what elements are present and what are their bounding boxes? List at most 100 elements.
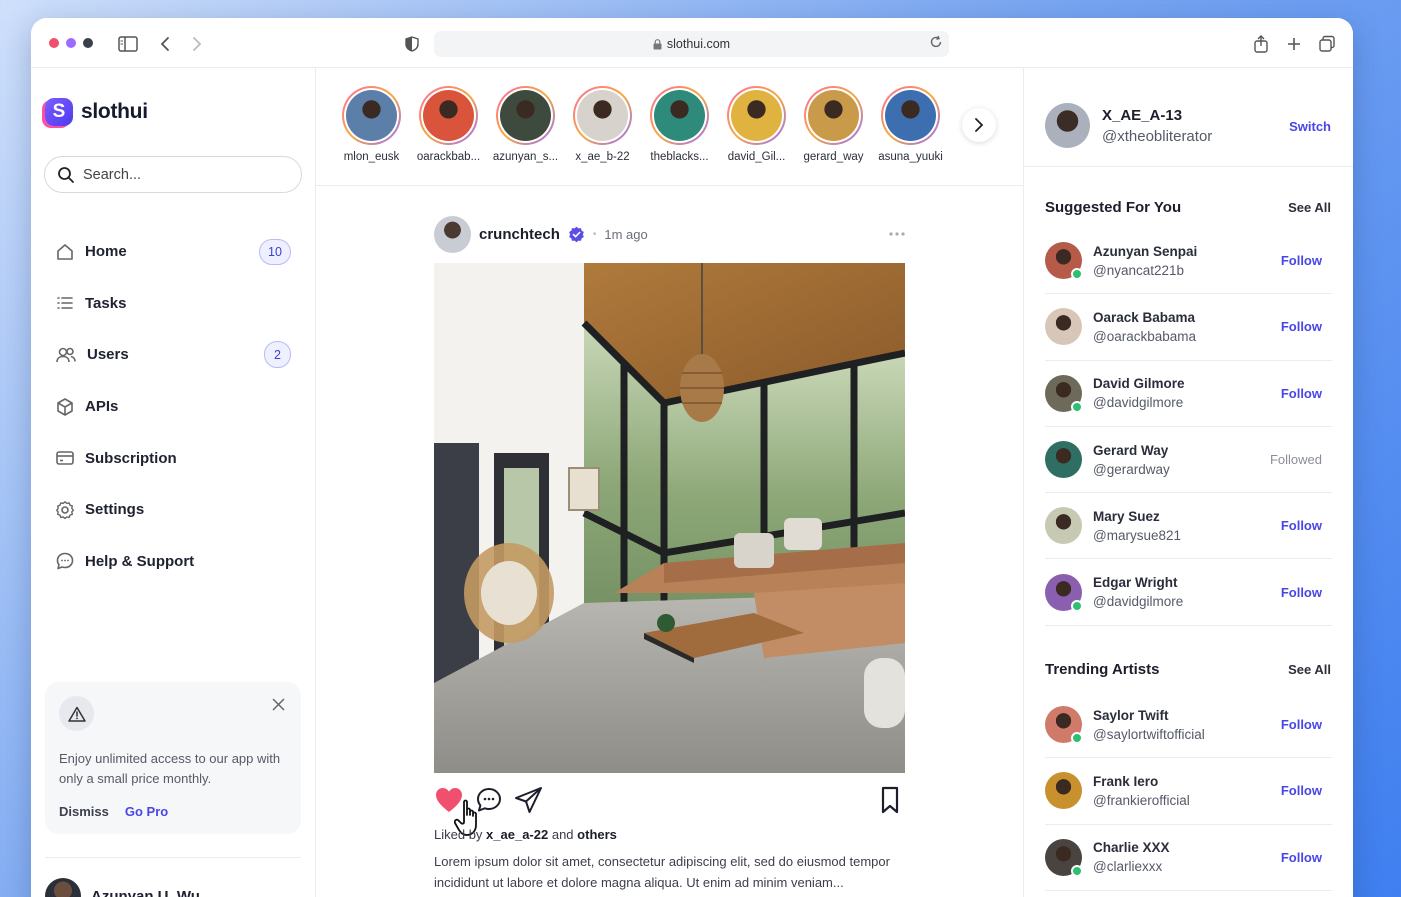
follow-button[interactable]: Follow (1281, 850, 1322, 865)
brand-logo[interactable]: S slothui (45, 98, 148, 126)
sidebar-item-tasks[interactable]: Tasks (55, 278, 291, 330)
dismiss-button[interactable]: Dismiss (59, 804, 109, 819)
more-options-icon[interactable] (888, 224, 906, 242)
close-icon[interactable] (272, 698, 285, 716)
online-status-icon (1071, 400, 1083, 413)
stories-next-button[interactable] (962, 108, 996, 142)
avatar (731, 90, 782, 141)
search-box[interactable] (44, 156, 302, 193)
post-author[interactable]: crunchtech (479, 226, 560, 243)
followed-button[interactable]: Followed (1270, 452, 1322, 467)
story-ring (881, 86, 940, 145)
person-name[interactable]: Gerard Way (1093, 443, 1170, 458)
person-name[interactable]: Edgar Wright (1093, 575, 1183, 590)
person-name[interactable]: David Gilmore (1093, 376, 1185, 391)
follow-button[interactable]: Follow (1281, 319, 1322, 334)
sidebar-item-subscription[interactable]: Subscription (55, 432, 291, 484)
reload-icon[interactable] (929, 35, 943, 52)
sidebar-item-help-support[interactable]: Help & Support (55, 536, 291, 588)
story-item[interactable]: mlon_eusk (342, 86, 401, 163)
send-icon[interactable] (514, 786, 544, 819)
story-item[interactable]: david_Gil... (727, 86, 786, 163)
person-name[interactable]: Charlie XXX (1093, 840, 1170, 855)
follow-button[interactable]: Follow (1281, 783, 1322, 798)
cube-icon (55, 397, 75, 417)
post-image[interactable] (434, 263, 905, 773)
gear-icon (55, 500, 75, 520)
divider (1024, 166, 1353, 167)
online-status-icon (1071, 268, 1083, 281)
trending-see-all-link[interactable]: See All (1288, 662, 1331, 677)
new-tab-icon[interactable] (1283, 33, 1305, 55)
share-icon[interactable] (1250, 33, 1272, 55)
sidebar-item-label: Tasks (85, 294, 127, 312)
sidebar-item-apis[interactable]: APIs (55, 381, 291, 433)
users-icon (55, 345, 77, 365)
current-user[interactable]: Azunyan U. Wu (45, 878, 200, 897)
address-bar[interactable]: slothui.com (434, 31, 949, 57)
avatar[interactable] (1045, 103, 1090, 148)
tabs-overview-icon[interactable] (1316, 33, 1338, 55)
liked-user[interactable]: x_ae_a-22 (486, 827, 548, 842)
privacy-shield-icon[interactable] (401, 33, 423, 55)
liked-and-text: and (551, 827, 574, 842)
story-item[interactable]: azunyan_s... (493, 86, 558, 163)
minimize-window-button[interactable] (66, 38, 76, 48)
list-item: Edgar Wright @davidgilmore Follow (1045, 559, 1332, 626)
liked-others[interactable]: others (577, 827, 617, 842)
person-name[interactable]: Mary Suez (1093, 509, 1181, 524)
avatar[interactable] (1045, 374, 1083, 413)
lock-icon (653, 38, 662, 50)
sidebar-item-label: APIs (85, 398, 119, 416)
story-item[interactable]: oarackbab... (417, 86, 480, 163)
avatar[interactable] (1045, 308, 1082, 346)
go-pro-button[interactable]: Go Pro (125, 804, 168, 819)
avatar[interactable] (1045, 706, 1083, 745)
avatar[interactable] (1045, 772, 1082, 810)
person-name[interactable]: Azunyan Senpai (1093, 244, 1197, 259)
avatar[interactable] (1045, 242, 1083, 281)
suggested-see-all-link[interactable]: See All (1288, 200, 1331, 215)
search-input[interactable] (83, 166, 283, 183)
follow-button[interactable]: Follow (1281, 386, 1322, 401)
post-header: crunchtech • 1m ago (434, 215, 906, 253)
follow-button[interactable]: Follow (1281, 717, 1322, 732)
story-item[interactable]: x_ae_b-22 (573, 86, 632, 163)
back-icon[interactable] (154, 33, 176, 55)
liked-by-text: Liked by (434, 827, 483, 842)
forward-icon[interactable] (186, 33, 208, 55)
sidebar-item-label: Subscription (85, 449, 177, 467)
close-window-button[interactable] (49, 38, 59, 48)
post-caption: Lorem ipsum dolor sit amet, consectetur … (434, 854, 890, 890)
follow-button[interactable]: Follow (1281, 253, 1322, 268)
story-item[interactable]: theblacks... (650, 86, 709, 163)
story-ring (573, 86, 632, 145)
avatar (45, 878, 81, 897)
follow-button[interactable]: Follow (1281, 585, 1322, 600)
switch-account-button[interactable]: Switch (1289, 119, 1331, 134)
person-name[interactable]: Frank Iero (1093, 774, 1190, 789)
avatar[interactable] (434, 215, 471, 253)
maximize-window-button[interactable] (83, 38, 93, 48)
bookmark-icon[interactable] (880, 786, 900, 819)
story-item[interactable]: gerard_way (803, 86, 864, 163)
person-name[interactable]: Saylor Twift (1093, 708, 1205, 723)
avatar[interactable] (1045, 507, 1082, 545)
online-status-icon (1071, 599, 1083, 612)
sidebar-item-settings[interactable]: Settings (55, 484, 291, 536)
person-name[interactable]: Oarack Babama (1093, 310, 1196, 325)
avatar[interactable] (1045, 441, 1082, 479)
sidebar-item-home[interactable]: Home 10 (55, 226, 291, 278)
upgrade-promo-card: Enjoy unlimited access to our app with o… (45, 682, 301, 834)
sidebar-toggle-icon[interactable] (117, 33, 139, 55)
story-item[interactable]: asuna_yuuki (878, 86, 943, 163)
avatar[interactable] (1045, 573, 1083, 612)
list-item: Charlie XXX @clarliexxx Follow (1045, 825, 1332, 891)
list-item: Oarack Babama @oarackbabama Follow (1045, 294, 1332, 361)
person-handle: @marysue821 (1093, 527, 1181, 543)
story-ring (650, 86, 709, 145)
follow-button[interactable]: Follow (1281, 518, 1322, 533)
sidebar-item-label: Settings (85, 501, 145, 519)
avatar[interactable] (1045, 838, 1083, 877)
sidebar-item-users[interactable]: Users 2 (55, 329, 291, 381)
